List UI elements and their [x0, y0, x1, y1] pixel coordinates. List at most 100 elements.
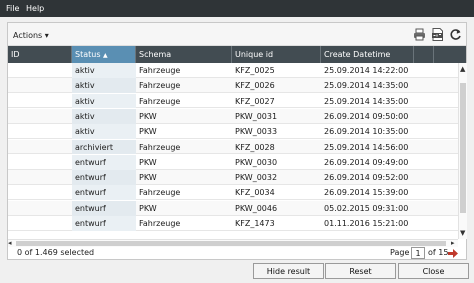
table-row[interactable]: entwurf Fahrzeuge KFZ_1473 01.11.2016 15:21… [8, 216, 458, 231]
cell-create-datetime: 25.09.2014 14:35:00 [324, 81, 409, 91]
reset-button[interactable]: Reset [325, 263, 396, 279]
hide-result-button[interactable]: Hide result [253, 263, 324, 279]
table-header: ID Status ▲ Schema Unique id Create Date… [8, 46, 466, 63]
cell-id [8, 155, 72, 170]
vertical-scrollbar[interactable]: ▲ ▼ [458, 63, 467, 239]
table-row[interactable]: archiviert Fahrzeuge KFZ_0028 25.09.2014 14… [8, 139, 458, 155]
cell-schema: PKW [139, 111, 157, 121]
cell-schema: Fahrzeuge [139, 66, 181, 75]
table-row[interactable]: entwurf Fahrzeuge KFZ_0034 26.09.2014 15:39… [8, 185, 458, 201]
actions-dropdown[interactable]: Actions ▾ [13, 31, 49, 40]
cell-schema: Fahrzeuge [139, 188, 181, 198]
sort-ascending-icon: ▲ [103, 52, 108, 59]
column-header-extra[interactable] [414, 46, 434, 63]
table-row[interactable]: aktiv Fahrzeuge KFZ_0027 25.09.2014 14:35:0… [8, 93, 458, 109]
cell-create-datetime: 25.09.2014 14:56:00 [324, 142, 409, 152]
cell-status: entwurf [72, 216, 136, 231]
column-header-label: Status [75, 50, 101, 59]
vertical-scroll-thumb[interactable] [460, 83, 466, 213]
cell-unique-id: PKW_0030 [235, 157, 278, 167]
cell-status: aktiv [72, 63, 136, 78]
column-header-label: Schema [139, 50, 172, 59]
cell-unique-id: KFZ_0026 [235, 81, 275, 91]
scroll-left-icon[interactable]: ◂ [8, 239, 12, 247]
cell-unique-id: PKW_0046 [235, 203, 278, 213]
table-row[interactable]: aktiv Fahrzeuge KFZ_0026 25.09.2014 14:35:0… [8, 78, 458, 94]
column-header-label: Create Datetime [324, 50, 391, 59]
menu-file[interactable]: File [6, 4, 19, 13]
cell-id [8, 109, 72, 124]
table-row[interactable]: aktiv PKW PKW_0031 26.09.2014 09:50:00 [8, 108, 458, 124]
cell-id [8, 170, 72, 185]
cell-status: entwurf [72, 185, 136, 201]
cell-schema: PKW [139, 157, 157, 167]
cell-status: aktiv [72, 108, 136, 124]
close-button[interactable]: Close [398, 263, 469, 279]
column-header-unique-id[interactable]: Unique id [232, 46, 321, 63]
cell-status: entwurf [72, 154, 136, 170]
scroll-right-icon[interactable]: ▸ [451, 239, 455, 247]
cell-schema: Fahrzeuge [139, 81, 181, 91]
cell-unique-id: KFZ_0034 [235, 188, 275, 198]
cell-id [8, 94, 72, 109]
result-panel: Actions ▾ ID Status ▲ Schema Unique id C… [7, 22, 467, 260]
cell-id [8, 216, 72, 231]
horizontal-scrollbar[interactable]: ◂ ▸ [8, 239, 458, 247]
column-header-id[interactable]: ID [8, 46, 72, 63]
menu-bar: File Help [0, 0, 474, 17]
cell-id [8, 185, 72, 200]
cell-create-datetime: 05.02.2015 09:31:00 [324, 203, 409, 213]
page-label: Page [390, 248, 410, 257]
grid-footer: 0 of 1.469 selected Page 1 of 15 [8, 247, 466, 261]
horizontal-scroll-thumb[interactable] [16, 241, 446, 246]
page-number-input[interactable]: 1 [411, 247, 425, 259]
table-row[interactable]: aktiv Fahrzeuge KFZ_0025 25.09.2014 14:22:0… [8, 63, 458, 78]
cell-create-datetime: 26.09.2014 09:50:00 [324, 111, 409, 121]
cell-id [8, 140, 72, 155]
cell-status: entwurf [72, 200, 136, 216]
table-row[interactable]: entwurf PKW PKW_0032 26.09.2014 09:52:00 [8, 170, 458, 185]
table-body: aktiv Fahrzeuge KFZ_0025 25.09.2014 14:22:0… [8, 63, 458, 239]
cell-create-datetime: 25.09.2014 14:22:00 [324, 66, 409, 75]
cell-schema: PKW [139, 173, 157, 183]
printer-icon[interactable] [413, 28, 426, 41]
column-header-label: ID [11, 50, 20, 59]
table-row[interactable]: entwurf PKW PKW_0046 05.02.2015 09:31:00 [8, 200, 458, 216]
cell-status: aktiv [72, 93, 136, 109]
scroll-up-icon[interactable]: ▲ [460, 65, 465, 73]
column-header-schema[interactable]: Schema [136, 46, 232, 63]
cell-unique-id: KFZ_0028 [235, 142, 275, 152]
cell-create-datetime: 26.09.2014 09:52:00 [324, 173, 409, 183]
cell-create-datetime: 26.09.2014 15:39:00 [324, 188, 409, 198]
column-header-status[interactable]: Status ▲ [72, 46, 136, 63]
next-page-icon[interactable] [448, 249, 458, 258]
result-toolbar: Actions ▾ [8, 23, 466, 46]
scroll-down-icon[interactable]: ▼ [460, 229, 465, 237]
menu-help[interactable]: Help [26, 4, 44, 13]
cell-schema: PKW [139, 203, 157, 213]
cell-schema: Fahrzeuge [139, 96, 181, 106]
table-row[interactable]: aktiv PKW PKW_0033 26.09.2014 10:35:00 [8, 124, 458, 140]
cell-schema: PKW [139, 127, 157, 137]
cell-status: aktiv [72, 78, 136, 94]
table-row[interactable]: entwurf PKW PKW_0030 26.09.2014 09:49:00 [8, 154, 458, 170]
selection-count: 0 of 1.469 selected [17, 248, 95, 257]
cell-unique-id: PKW_0031 [235, 111, 278, 121]
refresh-icon[interactable] [449, 28, 462, 41]
cell-create-datetime: 26.09.2014 10:35:00 [324, 127, 409, 137]
pager: Page 1 of 15 [390, 247, 460, 261]
caret-down-icon: ▾ [44, 31, 49, 40]
cell-id [8, 63, 72, 78]
pdf-export-icon[interactable] [431, 28, 444, 41]
column-header-create-datetime[interactable]: Create Datetime [321, 46, 414, 63]
cell-schema: Fahrzeuge [139, 219, 181, 228]
column-header-filler [434, 46, 466, 63]
cell-create-datetime: 26.09.2014 09:49:00 [324, 157, 409, 167]
cell-status: entwurf [72, 170, 136, 185]
cell-unique-id: PKW_0032 [235, 173, 278, 183]
cell-schema: Fahrzeuge [139, 142, 181, 152]
cell-unique-id: KFZ_1473 [235, 219, 275, 228]
cell-unique-id: PKW_0033 [235, 127, 278, 137]
cell-create-datetime: 25.09.2014 14:35:00 [324, 96, 409, 106]
cell-unique-id: KFZ_0025 [235, 66, 275, 75]
